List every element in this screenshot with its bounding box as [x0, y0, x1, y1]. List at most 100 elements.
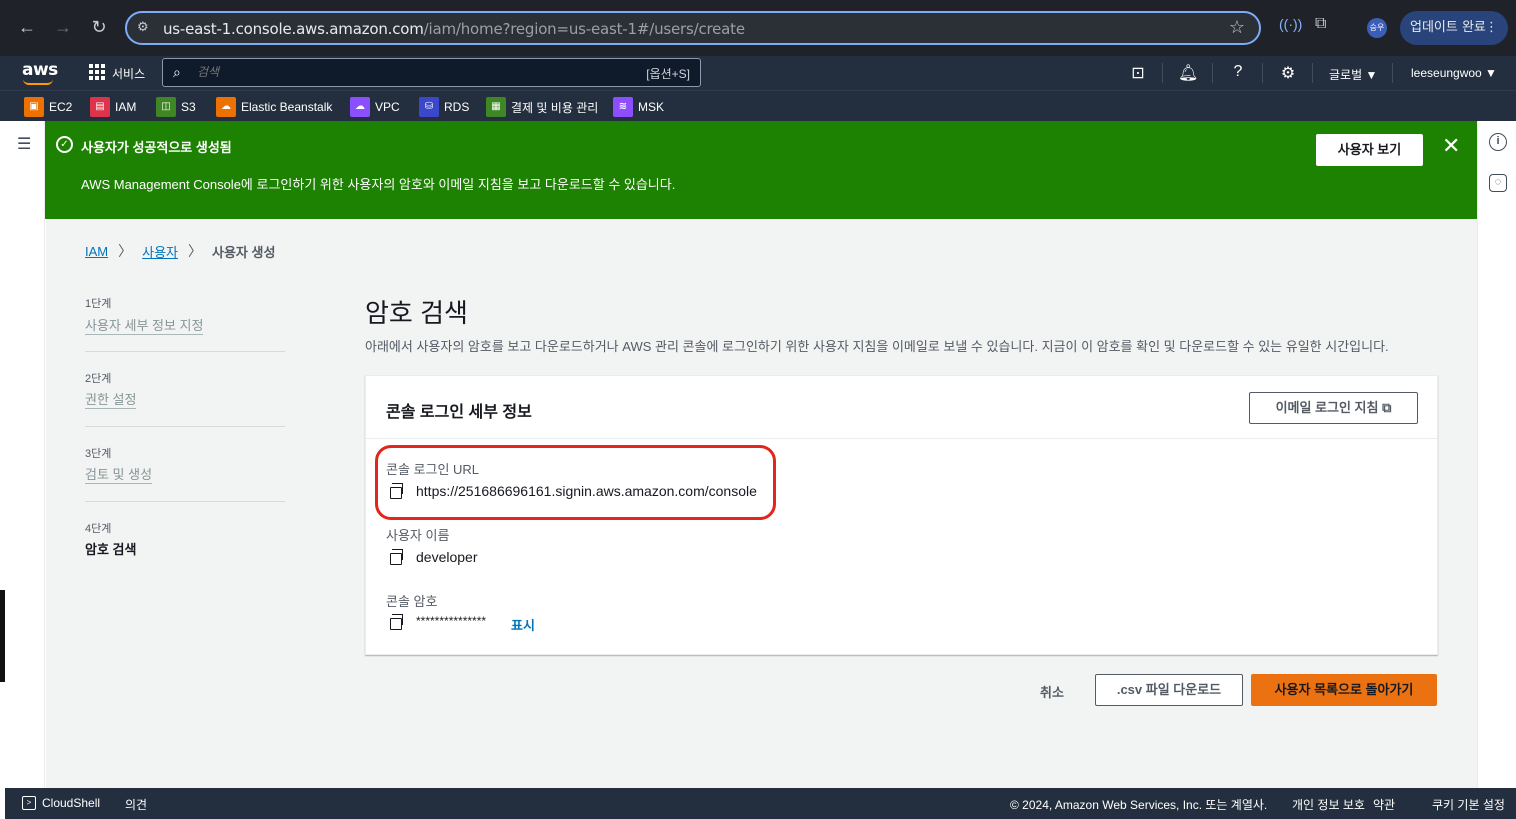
nav-divider [1162, 63, 1163, 83]
aws-logo-smile-icon [23, 79, 53, 85]
account-menu[interactable]: leeseungwoo ▼ [1411, 66, 1497, 80]
console-url-value: https://251686696161.signin.aws.amazon.c… [416, 483, 757, 499]
step-number: 2단계 [85, 373, 112, 385]
breadcrumb-users[interactable]: 사용자 [142, 242, 178, 261]
wizard-step-4: 4단계 암호 검색 [85, 501, 285, 576]
page-description: 아래에서 사용자의 암호를 보고 다운로드하거나 AWS 관리 콘솔에 로그인하… [365, 339, 1389, 354]
console-signin-panel: 콘솔 로그인 세부 정보 이메일 로그인 지침 ⧉ 콘솔 로그인 URL htt… [365, 375, 1438, 655]
services-menu[interactable]: 서비스 [112, 65, 145, 82]
vpc-icon: ☁ [350, 97, 370, 117]
flash-description: AWS Management Console에 로그인하기 위한 사용자의 암호… [81, 177, 676, 192]
help-icon[interactable]: ? [1228, 63, 1248, 81]
chevron-right-icon: 〉 [118, 243, 133, 259]
favorite-s3[interactable]: ◫ S3 [156, 96, 196, 118]
msk-icon: ≋ [613, 97, 633, 117]
breadcrumb-iam[interactable]: IAM [85, 244, 108, 259]
bookmark-star-icon[interactable]: ☆ [1229, 17, 1245, 38]
success-check-icon: ✓ [56, 136, 73, 153]
info-icon[interactable]: i [1489, 133, 1507, 151]
close-icon[interactable]: ✕ [1442, 133, 1460, 159]
window-edge [0, 590, 5, 682]
return-to-users-button[interactable]: 사용자 목록으로 돌아가기 [1251, 674, 1437, 706]
console-footer: > CloudShell 의견 © 2024, Amazon Web Servi… [5, 788, 1516, 819]
favorite-billing[interactable]: ▦ 결제 및 비용 관리 [486, 96, 598, 118]
flash-title: 사용자가 성공적으로 생성됨 [81, 140, 232, 155]
step-link-permissions[interactable]: 권한 설정 [85, 389, 137, 409]
show-password-link[interactable]: 표시 [511, 615, 535, 634]
browser-toolbar: ← → ↻ ⚙ us-east-1.console.aws.amazon.com… [0, 0, 1516, 56]
address-bar[interactable]: ⚙ us-east-1.console.aws.amazon.com/iam/h… [125, 11, 1261, 45]
search-box[interactable]: ⌕ [옵션+S] [162, 58, 701, 87]
privacy-link[interactable]: 개인 정보 보호 [1292, 796, 1365, 813]
step-number: 1단계 [85, 298, 112, 310]
billing-icon: ▦ [486, 97, 506, 117]
browser-update-button[interactable]: 업데이트 완료 ⋮ [1400, 11, 1508, 45]
search-input[interactable] [197, 65, 597, 79]
more-menu-icon: ⋮ [1485, 20, 1498, 35]
wizard-step-2: 2단계 권한 설정 [85, 351, 285, 426]
console-url-label: 콘솔 로그인 URL [386, 462, 480, 477]
services-grid-icon[interactable] [89, 64, 105, 80]
success-flash-banner: ✓ 사용자가 성공적으로 생성됨 AWS Management Console에… [45, 121, 1477, 219]
external-link-icon: ⧉ [1382, 400, 1392, 415]
feedback-link[interactable]: 의견 [125, 796, 147, 813]
copyright-text: © 2024, Amazon Web Services, Inc. 또는 계열사… [1010, 798, 1268, 812]
username-label: 사용자 이름 [386, 528, 450, 543]
aws-logo[interactable]: aws [22, 60, 58, 80]
password-label: 콘솔 암호 [386, 594, 438, 609]
wizard-steps: 1단계 사용자 세부 정보 지정 2단계 권한 설정 3단계 검토 및 생성 4… [85, 295, 285, 576]
cloudshell-icon[interactable]: ⊡ [1128, 63, 1148, 83]
terms-link[interactable]: 약관 [1373, 796, 1395, 813]
download-csv-button[interactable]: .csv 파일 다운로드 [1095, 674, 1243, 706]
extension-broadcast-icon[interactable]: ((·)) [1279, 16, 1302, 32]
right-tools-rail: i ◌ [1477, 121, 1516, 788]
main-content: IAM 〉 사용자 〉 사용자 생성 1단계 사용자 세부 정보 지정 2단계 … [46, 219, 1477, 788]
cookie-preferences-link[interactable]: 쿠키 기본 설정 [1432, 796, 1505, 813]
step-number: 4단계 [85, 523, 112, 535]
page-title: 암호 검색 [365, 298, 468, 328]
cloudshell-icon[interactable]: > [22, 796, 36, 810]
s3-bucket-icon: ◫ [156, 97, 176, 117]
hamburger-menu-icon[interactable]: ☰ [17, 134, 31, 154]
iam-icon: ▤ [90, 97, 110, 117]
forward-arrow-icon[interactable]: → [52, 16, 74, 38]
view-user-button[interactable]: 사용자 보기 [1316, 134, 1423, 166]
nav-divider [1392, 63, 1393, 83]
favorite-rds[interactable]: ⛁ RDS [419, 96, 469, 118]
favorite-msk[interactable]: ≋ MSK [613, 96, 664, 118]
step-link-user-details[interactable]: 사용자 세부 정보 지정 [85, 315, 204, 335]
settings-gear-icon[interactable]: ⚙ [1278, 63, 1298, 83]
left-nav-rail: ☰ [0, 121, 45, 788]
address-url: us-east-1.console.aws.amazon.com/iam/hom… [163, 20, 745, 38]
chevron-right-icon: 〉 [188, 243, 203, 259]
elastic-beanstalk-icon: ☁ [216, 97, 236, 117]
step-link-review[interactable]: 검토 및 생성 [85, 464, 153, 484]
copy-icon[interactable] [390, 483, 403, 499]
back-arrow-icon[interactable]: ← [16, 16, 38, 38]
nav-divider [1212, 63, 1213, 83]
step-number: 3단계 [85, 448, 112, 460]
reload-icon[interactable]: ↻ [88, 16, 110, 38]
panel-title: 콘솔 로그인 세부 정보 [386, 404, 532, 421]
copy-icon[interactable] [390, 614, 403, 630]
extensions-puzzle-icon[interactable]: ⧉ [1315, 15, 1326, 33]
region-selector[interactable]: 글로벌 ▼ [1329, 66, 1377, 83]
favorite-elastic-beanstalk[interactable]: ☁ Elastic Beanstalk [216, 96, 332, 118]
site-settings-icon[interactable]: ⚙ [137, 19, 149, 35]
email-signin-instructions-button[interactable]: 이메일 로그인 지침 ⧉ [1249, 392, 1418, 424]
username-value: developer [416, 549, 478, 565]
notifications-bell-icon[interactable]: 🔔︎ [1178, 63, 1198, 83]
wizard-step-1: 1단계 사용자 세부 정보 지정 [85, 295, 285, 351]
wizard-step-3: 3단계 검토 및 생성 [85, 426, 285, 501]
favorites-bar: ▣ EC2 ▤ IAM ◫ S3 ☁ Elastic Beanstalk ☁ VPC ⛁ R… [0, 90, 1516, 121]
search-shortcut: [옵션+S] [646, 67, 690, 81]
cancel-button[interactable]: 취소 [1040, 682, 1064, 701]
profile-avatar[interactable]: 승우 [1367, 18, 1387, 38]
favorite-iam[interactable]: ▤ IAM [90, 96, 136, 118]
search-icon: ⌕ [173, 64, 181, 80]
feedback-hexagon-icon[interactable]: ◌ [1489, 174, 1507, 192]
cloudshell-link[interactable]: CloudShell [42, 796, 100, 810]
favorite-vpc[interactable]: ☁ VPC [350, 96, 400, 118]
favorite-ec2[interactable]: ▣ EC2 [24, 96, 72, 118]
copy-icon[interactable] [390, 549, 403, 565]
